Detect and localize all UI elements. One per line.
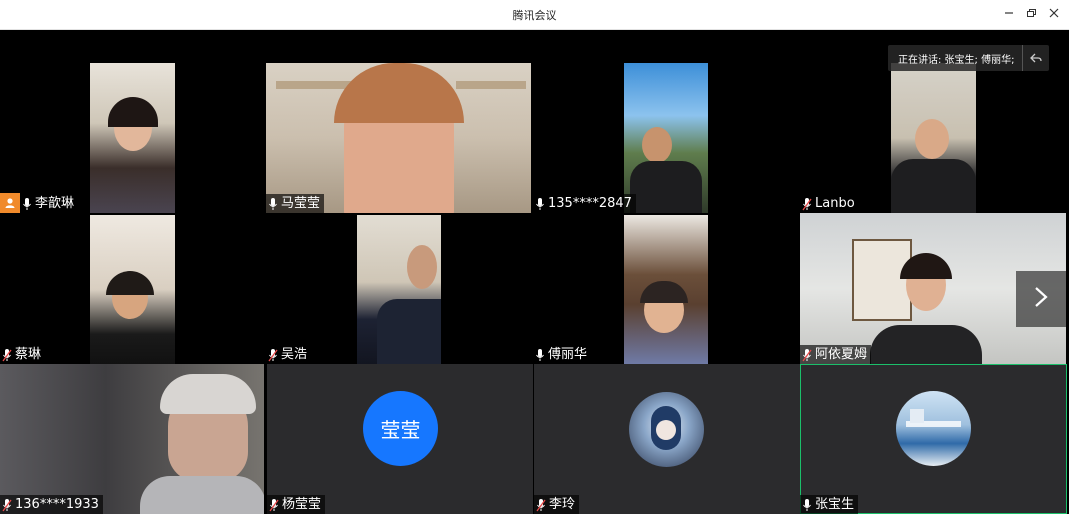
- participant-name-label: 阿依夏姆: [800, 345, 872, 364]
- participant-tile-active-speaker[interactable]: 张宝生: [800, 364, 1067, 514]
- restore-icon[interactable]: [1022, 6, 1040, 24]
- participant-video: [266, 63, 531, 213]
- microphone-icon: [22, 197, 32, 211]
- microphone-icon: [802, 197, 812, 211]
- participant-name-label: 李歆琳: [20, 194, 79, 213]
- participant-name-label: 傅丽华: [533, 345, 592, 364]
- minimize-icon[interactable]: [1000, 6, 1018, 24]
- participant-tile[interactable]: 吴浩: [266, 213, 533, 364]
- participant-tile[interactable]: 傅丽华: [533, 213, 800, 364]
- participant-name-label: Lanbo: [800, 194, 859, 213]
- participant-name-label: 张宝生: [800, 495, 859, 514]
- participant-tile[interactable]: 莹莹 杨莹莹: [267, 364, 533, 514]
- host-icon: [0, 193, 20, 213]
- title-bar: 腾讯会议: [0, 0, 1069, 30]
- microphone-icon: [269, 498, 279, 512]
- participant-video: [624, 215, 708, 364]
- participant-name-label: 135****2847: [533, 194, 636, 213]
- participant-tile[interactable]: 蔡琳: [0, 213, 266, 364]
- participant-video: [357, 215, 441, 364]
- participant-name-label: 蔡琳: [0, 345, 46, 364]
- next-page-button[interactable]: [1016, 271, 1066, 327]
- participant-name-label: 杨莹莹: [267, 495, 326, 514]
- participant-avatar: 莹莹: [363, 391, 438, 466]
- video-grid: 李歆琳 马莹莹 135****2847 Lanbo 蔡琳 吴浩 傅丽华 阿依夏姆…: [0, 31, 1069, 514]
- participant-avatar: [896, 391, 971, 466]
- microphone-icon: [268, 348, 278, 362]
- reply-icon[interactable]: [1022, 45, 1049, 71]
- microphone-icon: [802, 348, 812, 362]
- close-icon[interactable]: [1045, 6, 1063, 24]
- microphone-icon: [2, 498, 12, 512]
- microphone-icon: [535, 348, 545, 362]
- participant-tile[interactable]: 李玲: [534, 364, 800, 514]
- microphone-icon: [802, 498, 812, 512]
- microphone-icon: [536, 498, 546, 512]
- participant-tile[interactable]: 马莹莹: [266, 31, 533, 213]
- speaking-indicator: 正在讲话: 张宝生; 傅丽华;: [888, 45, 1050, 71]
- participant-video: [891, 63, 976, 213]
- participant-video: [0, 364, 264, 514]
- microphone-icon: [535, 197, 545, 211]
- microphone-icon: [268, 197, 278, 211]
- participant-avatar: [629, 392, 704, 467]
- participant-tile[interactable]: 136****1933: [0, 364, 266, 514]
- window-title: 腾讯会议: [512, 9, 557, 22]
- participant-name-label: 李玲: [534, 495, 580, 514]
- participant-name-label: 马莹莹: [266, 194, 325, 213]
- chevron-right-icon: [1033, 286, 1049, 312]
- participant-video: [90, 215, 175, 364]
- participant-name-label: 136****1933: [0, 495, 103, 514]
- participant-name-label: 吴浩: [266, 345, 312, 364]
- participant-video: [90, 63, 175, 213]
- participant-tile[interactable]: 135****2847: [533, 31, 800, 213]
- participant-video: [624, 63, 708, 213]
- microphone-icon: [2, 348, 12, 362]
- participant-tile[interactable]: 李歆琳: [0, 31, 266, 213]
